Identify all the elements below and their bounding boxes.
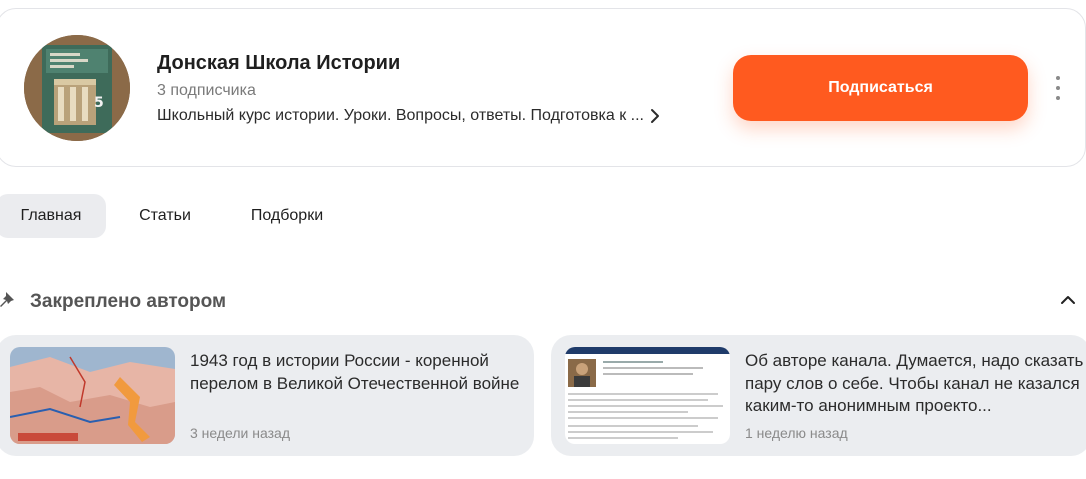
chevron-right-icon <box>650 109 659 123</box>
channel-description: Школьный курс истории. Уроки. Вопросы, о… <box>157 107 644 124</box>
post-thumbnail <box>565 347 730 444</box>
profile-page-icon <box>565 347 730 444</box>
post-time: 3 недели назад <box>190 425 290 441</box>
post-title: 1943 год в истории России - коренной пер… <box>190 351 520 393</box>
pinned-post-card[interactable]: Об авторе канала. Думается, надо сказать… <box>551 335 1086 456</box>
tab-main[interactable]: Главная <box>0 194 106 238</box>
channel-avatar[interactable]: 5 <box>24 35 130 141</box>
subscribe-button[interactable]: Подписаться <box>733 55 1028 121</box>
tab-collections[interactable]: Подборки <box>232 194 342 238</box>
pinned-post-card[interactable]: 1943 год в истории России - коренной пер… <box>0 335 534 456</box>
post-title: Об авторе канала. Думается, надо сказать… <box>745 351 1084 415</box>
more-options-icon[interactable] <box>1049 76 1067 100</box>
book-cover-icon: 5 <box>24 35 130 141</box>
post-time: 1 неделю назад <box>745 425 848 441</box>
pin-icon <box>0 292 14 307</box>
war-map-icon <box>10 347 175 444</box>
pinned-heading: Закреплено автором <box>30 291 227 312</box>
post-thumbnail <box>10 347 175 444</box>
channel-description-row[interactable]: Школьный курс истории. Уроки. Вопросы, о… <box>157 107 662 125</box>
channel-title[interactable]: Донская Школа Истории <box>157 52 400 75</box>
subscriber-count: 3 подписчика <box>157 82 256 99</box>
chevron-up-icon[interactable] <box>1058 292 1078 308</box>
tab-articles[interactable]: Статьи <box>120 194 210 238</box>
svg-text:5: 5 <box>94 95 104 111</box>
